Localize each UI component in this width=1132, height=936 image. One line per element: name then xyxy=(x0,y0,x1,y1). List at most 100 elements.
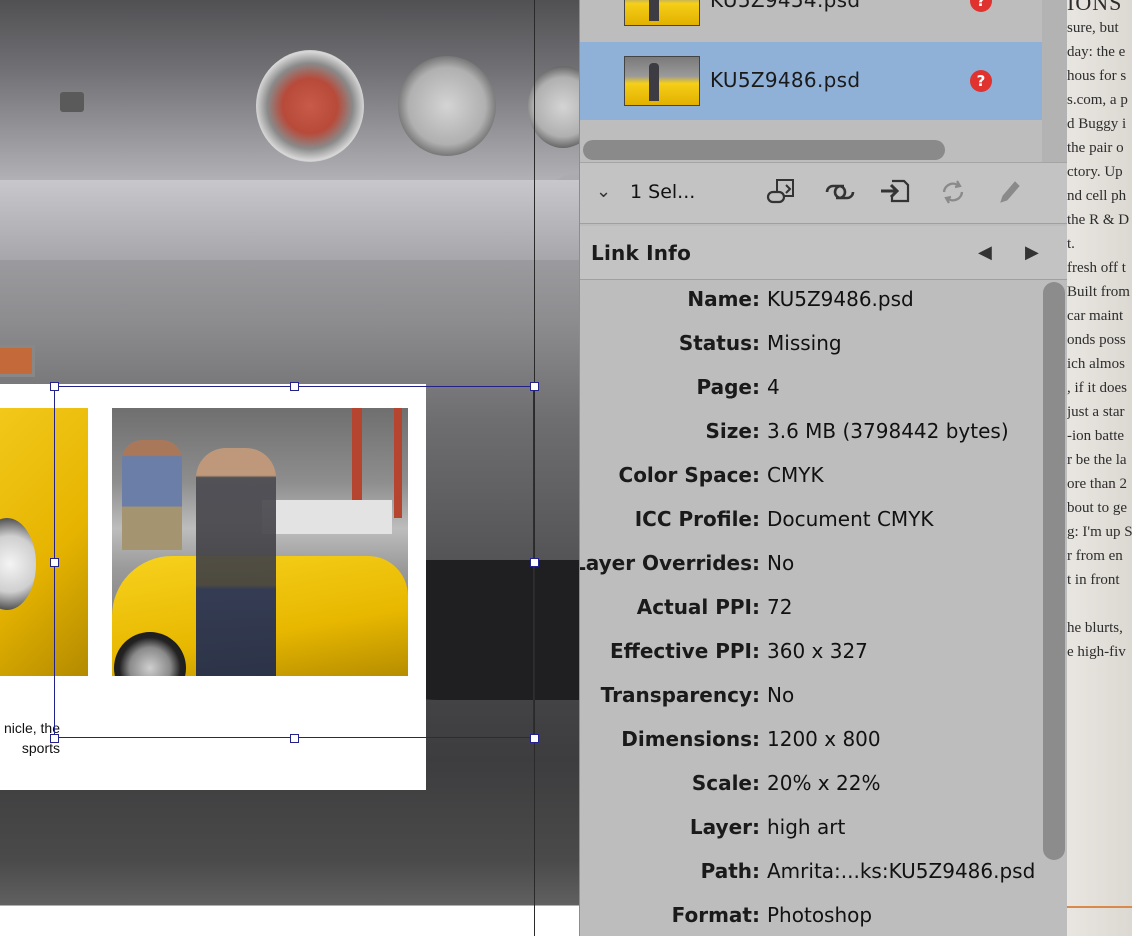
article-line: e high-fiv xyxy=(1067,644,1126,660)
info-row-name: Name: KU5Z9486.psd xyxy=(580,284,1042,314)
list-vertical-scrollbar-track[interactable] xyxy=(1042,0,1067,162)
info-row-scale: Scale: 20% x 22% xyxy=(580,768,1042,798)
info-row-page: Page: 4 xyxy=(580,372,1042,402)
previous-link-icon[interactable]: ◀ xyxy=(978,242,992,263)
article-line: nd cell ph xyxy=(1067,188,1127,204)
info-value: 360 x 327 xyxy=(767,639,868,663)
info-row-status: Status: Missing xyxy=(580,328,1042,358)
edit-original-icon[interactable] xyxy=(992,177,1026,207)
info-value: 4 xyxy=(767,375,780,399)
missing-link-icon[interactable]: ? xyxy=(970,70,992,92)
info-vertical-scrollbar-thumb[interactable] xyxy=(1043,282,1065,860)
article-line: ich almos xyxy=(1067,356,1125,372)
info-label: Actual PPI: xyxy=(636,595,760,619)
info-row-dimensions: Dimensions: 1200 x 800 xyxy=(580,724,1042,754)
article-line: d Buggy i xyxy=(1067,116,1127,132)
emblem-image xyxy=(60,92,84,112)
article-line xyxy=(1067,592,1132,616)
info-label: Scale: xyxy=(691,771,760,795)
reflector-image xyxy=(0,345,35,377)
info-row-actual-ppi: Actual PPI: 72 xyxy=(580,592,1042,622)
embed-link-icon[interactable] xyxy=(878,177,912,207)
chevron-down-icon[interactable]: ⌄ xyxy=(596,181,611,202)
resize-handle-right[interactable] xyxy=(530,558,539,567)
info-label: Dimensions: xyxy=(621,727,760,751)
info-row-layer-overrides: Layer Overrides: No xyxy=(580,548,1042,578)
resize-handle-left[interactable] xyxy=(50,558,59,567)
info-label: Effective PPI: xyxy=(609,639,760,663)
info-value: CMYK xyxy=(767,463,824,487)
info-label: Size: xyxy=(705,419,760,443)
tail-lamp-image xyxy=(398,56,496,156)
next-link-icon[interactable]: ▶ xyxy=(1025,242,1039,263)
resize-handle-bottom[interactable] xyxy=(290,734,299,743)
info-label: Status: xyxy=(678,331,760,355)
article-line: just a star xyxy=(1067,404,1125,420)
article-heading: IONS xyxy=(1067,0,1123,15)
link-filename: KU5Z9486.psd xyxy=(710,68,861,92)
resize-handle-top-left[interactable] xyxy=(50,382,59,391)
info-value: Document CMYK xyxy=(767,507,934,531)
article-line: bout to ge xyxy=(1067,500,1127,516)
info-row-layer: Layer: high art xyxy=(580,812,1042,842)
article-line: day: the e xyxy=(1067,44,1126,60)
article-line: r from en xyxy=(1067,548,1123,564)
missing-link-icon[interactable]: ? xyxy=(970,0,992,12)
links-toolbar: ⌄ 1 Sel... xyxy=(580,162,1067,224)
resize-handle-bottom-left[interactable] xyxy=(50,734,59,743)
horizontal-scrollbar[interactable] xyxy=(583,140,945,160)
info-value[interactable]: Amrita:...ks:KU5Z9486.psd xyxy=(767,859,1035,883)
info-value: high art xyxy=(767,815,846,839)
article-line: sure, but xyxy=(1067,20,1119,36)
divider xyxy=(1067,906,1132,908)
selection-frame[interactable] xyxy=(50,382,539,743)
resize-handle-top[interactable] xyxy=(290,382,299,391)
article-line: g: I'm up S xyxy=(1067,524,1132,540)
resize-handle-top-right[interactable] xyxy=(530,382,539,391)
article-line: t. xyxy=(1067,236,1075,252)
info-value: 20% x 22% xyxy=(767,771,881,795)
document-canvas[interactable]: nicle, the sports xyxy=(0,0,579,936)
info-label: Format: xyxy=(671,903,760,927)
car-body-image xyxy=(0,180,579,260)
link-info-body: Name: KU5Z9486.psd Status: Missing Page:… xyxy=(580,280,1042,936)
info-label: Layer: xyxy=(689,815,760,839)
go-to-link-icon[interactable] xyxy=(823,177,857,207)
article-line: Built from xyxy=(1067,284,1130,300)
links-panel[interactable]: KU5Z9454.psd ? KU5Z9486.psd ? ⌄ 1 Sel...… xyxy=(579,0,1067,936)
resize-handle-bottom-right[interactable] xyxy=(530,734,539,743)
info-row-path: Path: Amrita:...ks:KU5Z9486.psd xyxy=(580,856,1042,886)
info-value: KU5Z9486.psd xyxy=(767,287,914,311)
link-filename: KU5Z9454.psd xyxy=(710,0,861,12)
info-value: No xyxy=(767,683,795,707)
article-line: he blurts, xyxy=(1067,620,1123,636)
tail-lamp-red-image xyxy=(256,50,364,162)
info-value: Photoshop xyxy=(767,903,873,927)
article-line: the pair o xyxy=(1067,140,1124,156)
update-link-icon[interactable] xyxy=(936,177,970,207)
headlight-image xyxy=(0,518,36,610)
document-text-column[interactable]: IONS sure, but day: the e hous for s s.com,… xyxy=(1067,0,1132,936)
info-value: 72 xyxy=(767,595,793,619)
info-label: ICC Profile: xyxy=(634,507,760,531)
relink-to-folder-icon[interactable] xyxy=(764,177,798,207)
info-row-format: Format: Photoshop xyxy=(580,900,1042,930)
info-value: Missing xyxy=(767,331,842,355)
article-line: ctory. Up xyxy=(1067,164,1123,180)
info-row-icc-profile: ICC Profile: Document CMYK xyxy=(580,504,1042,534)
margin-guide xyxy=(534,0,535,936)
article-line: , if it does xyxy=(1067,380,1127,396)
link-list-row-selected[interactable]: KU5Z9486.psd ? xyxy=(580,42,1042,120)
info-row-color-space: Color Space: CMYK xyxy=(580,460,1042,490)
info-row-effective-ppi: Effective PPI: 360 x 327 xyxy=(580,636,1042,666)
article-line: hous for s xyxy=(1067,68,1127,84)
info-label: Name: xyxy=(687,287,760,311)
link-info-title: Link Info xyxy=(591,241,692,265)
link-info-header[interactable]: Link Info ◀ ▶ xyxy=(580,226,1067,280)
info-label: Page: xyxy=(696,375,761,399)
info-label: Transparency: xyxy=(600,683,760,707)
article-line: s.com, a p xyxy=(1067,92,1128,108)
article-line: onds poss xyxy=(1067,332,1126,348)
link-list-row[interactable]: KU5Z9454.psd ? xyxy=(580,0,1042,40)
info-label: Color Space: xyxy=(618,463,760,487)
